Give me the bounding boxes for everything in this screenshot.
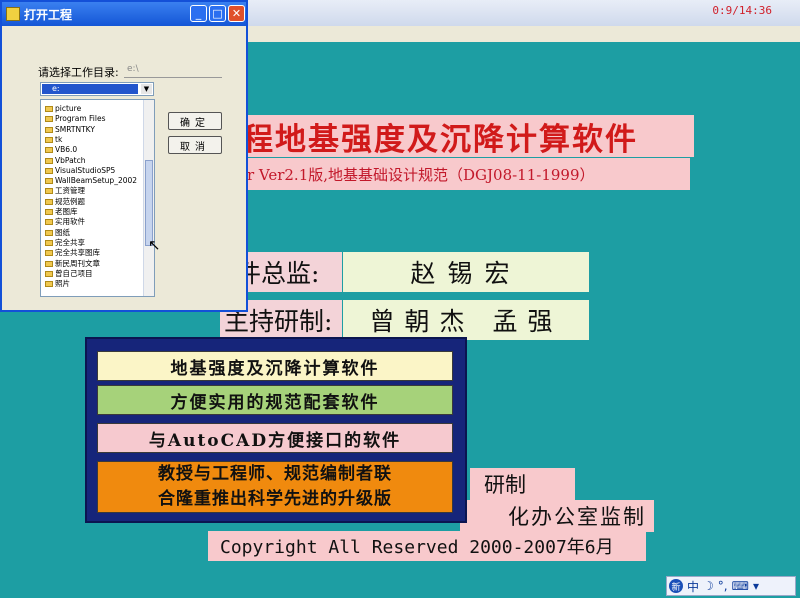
folder-name: 图纸: [55, 227, 70, 237]
copyright-notice: Copyright All Reserved 2000-2007年6月: [208, 531, 646, 561]
ime-logo[interactable]: 新: [669, 579, 683, 593]
folder-icon: [45, 260, 53, 267]
research-label: 研制: [470, 468, 575, 500]
folder-icon: [45, 106, 53, 112]
folder-icon: [45, 281, 53, 288]
dialog-title: 打开工程: [24, 8, 73, 22]
folder-name: 曾自己项目: [55, 268, 93, 278]
folder-list-item[interactable]: 图纸: [45, 227, 70, 237]
minimize-button[interactable]: _: [190, 5, 207, 22]
folder-icon: [45, 116, 53, 123]
feature-item-highlight: 教授与工程师、规范编制者联 合隆重推出科学先进的升级版: [97, 461, 453, 513]
app-titlebar: 0:9/14:36: [245, 0, 800, 27]
keyboard-icon[interactable]: ⌨: [732, 579, 749, 593]
folder-list-item[interactable]: VisualStudioSP5: [45, 165, 116, 175]
folder-name: picture: [55, 104, 82, 113]
feature-item: 地基强度及沉降计算软件: [97, 351, 453, 381]
folder-name: 完全共享: [55, 237, 85, 247]
drive-select[interactable]: e: ▼: [40, 82, 154, 96]
folder-list-scrollbar[interactable]: [143, 100, 154, 296]
folder-list-item[interactable]: 实用软件: [45, 218, 85, 226]
version-info: ar Ver2.1版,地基基础设计规范（DGJ08-11-1999）: [232, 158, 690, 190]
folder-list-item[interactable]: 新民周刊文章: [45, 258, 100, 268]
folder-name: SMRTNTKY: [55, 124, 95, 134]
folder-name: VB6.0: [55, 145, 78, 155]
dir-label: 请选择工作目录:: [38, 66, 119, 79]
scrollbar-thumb[interactable]: [145, 160, 153, 246]
feature-item: 方便实用的规范配套软件: [97, 385, 453, 415]
folder-icon: [45, 188, 53, 195]
maximize-button[interactable]: □: [209, 5, 226, 22]
folder-list-item[interactable]: 规范例题: [45, 196, 85, 206]
close-button[interactable]: ✕: [228, 5, 245, 22]
director-label: 件总监:: [232, 252, 342, 292]
directory-field[interactable]: e:\: [124, 60, 222, 78]
folder-list-item[interactable]: 完全共享: [45, 237, 85, 247]
folder-icon: [45, 229, 53, 236]
folder-name: VbPatch: [55, 155, 86, 165]
folder-icon: [45, 219, 53, 226]
open-project-dialog: 打开工程 _ □ ✕ 请选择工作目录: e:\ e: ▼ picture Prog…: [0, 0, 248, 312]
folder-list-item[interactable]: 完全共享图库: [45, 249, 100, 257]
folder-icon: [45, 250, 53, 257]
drive-select-value: e:: [42, 84, 138, 94]
folder-icon: [45, 167, 53, 174]
folder-list-item[interactable]: VB6.0: [45, 146, 77, 154]
folder-name: VisualStudioSP5: [55, 165, 116, 175]
lead-developer-names: 曾朝杰 孟强: [343, 300, 589, 340]
feature-box: 地基强度及沉降计算软件 方便实用的规范配套软件 与AutoCAD方便接口的软件 …: [85, 337, 467, 523]
clock-readout: 0:9/14:36: [712, 4, 772, 17]
dialog-titlebar[interactable]: 打开工程 _ □ ✕: [2, 2, 246, 26]
folder-list[interactable]: picture Program Files SMRTNTKY tk VB6.0 VbPat…: [40, 99, 155, 297]
director-name: 赵锡宏: [343, 252, 589, 292]
folder-icon: [45, 157, 53, 164]
ime-menu-icon[interactable]: ▾: [753, 579, 759, 593]
folder-list-item[interactable]: SMRTNTKY: [45, 124, 95, 134]
folder-name: tk: [55, 134, 63, 144]
folder-icon: [45, 126, 53, 133]
feature-item: 与AutoCAD方便接口的软件: [97, 423, 453, 453]
software-title: 程地基强度及沉降计算软件: [232, 115, 694, 157]
folder-icon: [45, 209, 53, 215]
supervision-label: 化办公室监制: [460, 500, 654, 532]
folder-name: WallBeamSetup_2002: [55, 176, 138, 186]
ok-button[interactable]: 确定: [168, 112, 222, 130]
ime-mode-toggle[interactable]: 中: [687, 578, 699, 595]
folder-list-item[interactable]: tk: [45, 134, 63, 144]
folder-list-item[interactable]: WallBeamSetup_2002: [45, 177, 137, 185]
folder-name: 照片: [55, 279, 70, 289]
moon-icon[interactable]: ☽: [703, 579, 714, 593]
folder-icon: [6, 7, 20, 21]
chevron-down-icon[interactable]: ▼: [141, 84, 152, 94]
folder-name: 规范例题: [55, 196, 85, 206]
folder-name: 新民周刊文章: [55, 258, 100, 268]
folder-list-item[interactable]: picture: [45, 105, 81, 113]
folder-list-item[interactable]: 曾自己项目: [45, 268, 93, 278]
folder-icon: [45, 136, 53, 143]
folder-icon: [45, 147, 53, 154]
folder-icon: [45, 178, 53, 185]
mouse-cursor-icon: ↖: [148, 236, 161, 254]
punctuation-icon[interactable]: °,: [718, 579, 728, 593]
folder-list-item[interactable]: VbPatch: [45, 155, 86, 165]
folder-list-item[interactable]: 工资管理: [45, 187, 85, 195]
folder-list-item[interactable]: 老图库: [45, 208, 78, 216]
folder-name: 老图库: [55, 207, 78, 216]
folder-icon: [45, 270, 53, 277]
ime-toolbar[interactable]: 新 中 ☽ °, ⌨ ▾: [666, 576, 796, 596]
app-menubar: ▁ ❐ ✕: [245, 26, 800, 63]
folder-name: 工资管理: [55, 186, 85, 196]
folder-name: 实用软件: [55, 217, 85, 227]
folder-name: 完全共享图库: [55, 248, 100, 258]
folder-icon: [45, 239, 53, 246]
feature-line: 合隆重推出科学先进的升级版: [158, 489, 392, 509]
folder-name: Program Files: [55, 114, 106, 124]
cancel-button[interactable]: 取消: [168, 136, 222, 154]
folder-list-item[interactable]: Program Files: [45, 115, 106, 123]
folder-icon: [45, 198, 53, 205]
folder-list-item[interactable]: 照片: [45, 280, 70, 288]
feature-line: 教授与工程师、规范编制者联: [158, 464, 392, 484]
